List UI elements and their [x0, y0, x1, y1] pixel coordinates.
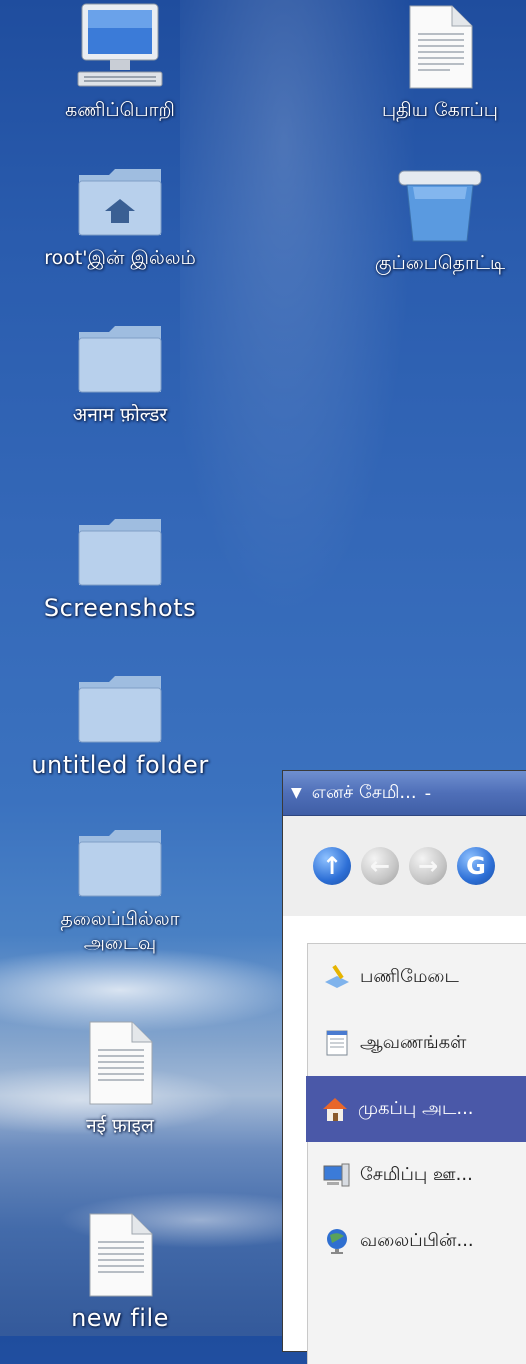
hindi-folder-label: अनाम फ़ोल्डर: [72, 404, 168, 426]
go-icon[interactable]: G: [457, 847, 495, 885]
place-label: ஆவணங்கள்: [360, 1031, 467, 1053]
save-as-window: ▼ எனச் சேமி... - ↑ ← → G பணிமேடை ஆவணங்கள…: [282, 770, 526, 1364]
text-file-icon: [409, 5, 473, 89]
place-label: பணிமேடை: [360, 965, 459, 987]
desktop-icon-trash[interactable]: குப்பைதொட்டி: [345, 165, 526, 275]
root-home-label: root'இன் இல்லம்: [44, 247, 196, 269]
place-home[interactable]: முகப்பு அட...: [306, 1076, 526, 1142]
trash-icon: [398, 170, 482, 242]
place-label: வலைப்பின்...: [360, 1229, 474, 1251]
desktop-icon-hindi-folder[interactable]: अनाम फ़ोल्डर: [25, 322, 215, 427]
places-sidebar: பணிமேடை ஆவணங்கள் முகப்பு அட... சேமிப்பு …: [306, 943, 526, 1364]
window-menu-icon[interactable]: ▼: [291, 785, 302, 801]
desktop-icon-hindi-file[interactable]: नई फ़ाइल: [25, 1018, 215, 1138]
place-documents[interactable]: ஆவணங்கள்: [308, 1010, 526, 1076]
network-icon: [322, 1226, 352, 1256]
computer-icon: [77, 3, 163, 87]
window-titlebar[interactable]: ▼ எனச் சேமி... -: [283, 771, 526, 816]
new-file-label: new file: [71, 1304, 169, 1332]
untitled-folder-label: untitled folder: [31, 751, 209, 779]
up-arrow-icon[interactable]: ↑: [313, 847, 351, 885]
place-label: முகப்பு அட...: [358, 1097, 474, 1119]
folder-icon: [78, 676, 162, 743]
desktop-icon-new-file-tamil[interactable]: புதிய கோப்பு: [345, 2, 526, 122]
desktop-icon: [322, 962, 352, 992]
back-icon[interactable]: ←: [361, 847, 399, 885]
trash-label: குப்பைதொட்டி: [374, 252, 506, 274]
text-file-icon: [89, 1021, 153, 1105]
folder-icon: [78, 830, 162, 897]
desktop-icon-untitled-folder[interactable]: untitled folder: [25, 672, 215, 777]
tamil-untitled-folder-label: தலைப்பில்லா அடைவு: [25, 907, 215, 955]
documents-icon: [322, 1028, 352, 1058]
screenshots-label: Screenshots: [43, 594, 197, 622]
forward-icon[interactable]: →: [409, 847, 447, 885]
label-line-2: அடைவு: [83, 932, 157, 954]
title-suffix: -: [424, 782, 432, 804]
folder-icon: [78, 326, 162, 393]
desktop-icon-tamil-untitled-folder[interactable]: தலைப்பில்லா அடைவு: [25, 826, 215, 955]
place-label: சேமிப்பு ஊ...: [360, 1163, 473, 1185]
place-storage[interactable]: சேமிப்பு ஊ...: [308, 1142, 526, 1208]
label-line-1: தலைப்பில்லா: [60, 908, 180, 930]
hindi-file-label: नई फ़ाइल: [86, 1115, 154, 1137]
file-toolbar: ↑ ← → G: [283, 816, 526, 916]
new-file-tamil-label: புதிய கோப்பு: [382, 99, 498, 121]
place-desktop[interactable]: பணிமேடை: [308, 944, 526, 1010]
desktop-icon-root-home[interactable]: root'இன் இல்லம்: [25, 165, 215, 270]
home-icon: [320, 1094, 350, 1124]
home-folder-icon: [78, 169, 162, 236]
folder-icon: [78, 519, 162, 586]
window-title: எனச் சேமி...: [311, 781, 417, 803]
desktop-icon-computer[interactable]: கணிப்பொறி: [25, 2, 215, 122]
text-file-icon: [89, 1213, 153, 1297]
storage-icon: [322, 1160, 352, 1190]
desktop-icon-new-file[interactable]: new file: [25, 1210, 215, 1330]
desktop-icon-screenshots[interactable]: Screenshots: [25, 515, 215, 620]
place-network[interactable]: வலைப்பின்...: [308, 1208, 526, 1274]
computer-label: கணிப்பொறி: [65, 99, 175, 121]
